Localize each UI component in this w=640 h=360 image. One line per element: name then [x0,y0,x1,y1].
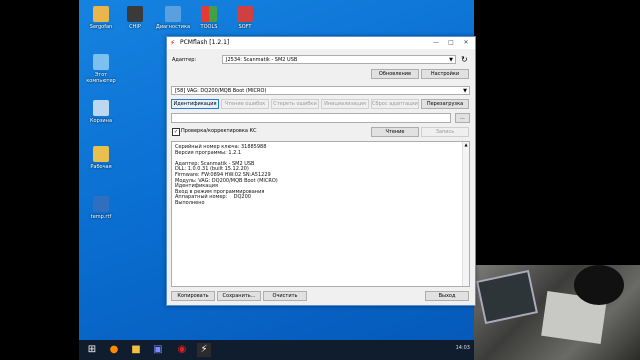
tab-reboot[interactable]: Перезагрузка [421,99,469,109]
desktop-icon-temp-rtf[interactable]: temp.rtf [81,196,121,220]
settings-button[interactable]: Настройки [421,69,469,79]
folder-icon [93,146,109,162]
desktop-icon-label: Корзина [89,118,113,124]
computer-icon [93,54,109,70]
write-button[interactable]: Запись [421,127,469,137]
document-icon [93,196,109,212]
chevron-down-icon: ▼ [463,88,467,94]
record-icon[interactable]: ◉ [175,343,189,357]
desktop-icon-workfolder[interactable]: Рабочая [81,146,121,170]
taskbar: ⊞ ● ■ ▣ ◉ ⚡ 14:03 [79,340,474,360]
title-bar: ⚡ PCMflash [1.2.1] — □ ✕ [167,37,475,49]
tab-read-errors[interactable]: Чтение ошибок [221,99,269,109]
minimize-icon[interactable]: — [429,37,443,49]
pcmflash-taskbar-icon[interactable]: ⚡ [197,343,211,357]
pcmflash-logo-icon: ⚡ [170,39,175,47]
refresh-icon[interactable]: ↻ [461,55,468,64]
tab-initialization[interactable]: Инициализация [321,99,369,109]
scroll-up-icon[interactable]: ▲ [463,142,469,147]
maximize-icon[interactable]: □ [444,37,458,49]
taskbar-clock: 14:03 [455,345,470,351]
folder-icon [93,6,109,22]
shield-icon [201,6,217,22]
desktop-icon-recycle-bin[interactable]: Корзина [81,100,121,124]
tab-identification[interactable]: Идентификация [171,99,219,109]
adapter-label: Адаптер: [172,57,197,63]
checksum-label: Проверка/корректировка КС [181,128,257,134]
exit-button[interactable]: Выход [425,291,469,301]
adapter-select[interactable]: J2534: Scanmatik - SM2 USB ▼ [222,55,456,64]
module-select[interactable]: [58] VAG: DQ200/MQB Boot (MICRO) ▼ [171,86,470,95]
log-line: Выполнено [175,199,205,206]
file-explorer-icon[interactable]: ■ [129,343,143,357]
pcmflash-window: ⚡ PCMflash [1.2.1] — □ ✕ Адаптер: J2534:… [166,36,476,306]
log-scrollbar[interactable]: ▲ [462,142,469,286]
log-lines: Серийный номер ключа: 31885988 Версия про… [175,144,278,207]
log-output[interactable]: Серийный номер ключа: 31885988 Версия про… [171,141,470,287]
tab-reset-adaptation[interactable]: Сброс адаптации [371,99,419,109]
desktop-icon-label: SOFT [238,24,252,30]
folder-icon [165,6,181,22]
recycle-bin-icon [93,100,109,116]
desktop-icon-diagnostics[interactable]: Диагностика [153,6,193,30]
desktop-icon-label: TOOLS [200,24,218,30]
clear-button[interactable]: Очистить [263,291,307,301]
desktop-icon-label: temp.rtf [90,214,112,220]
read-button[interactable]: Чтение [371,127,419,137]
save-button[interactable]: Сохранить... [217,291,261,301]
file-path-input[interactable] [171,113,451,123]
chip-icon [127,6,143,22]
save-icon[interactable]: ▣ [151,343,165,357]
desktop-icon-chip[interactable]: CHIP [115,6,155,30]
desktop-icon-label: Этот компьютер [86,72,116,84]
copy-button[interactable]: Копировать [171,291,215,301]
start-button[interactable]: ⊞ [85,343,99,357]
desktop-icon-this-pc[interactable]: Этот компьютер [81,54,121,84]
desktop-icon-soft[interactable]: SOFT [225,6,265,30]
tab-clear-errors[interactable]: Стереть ошибки [271,99,319,109]
desktop-icon-label: Sergofan [89,24,113,30]
adapter-value: J2534: Scanmatik - SM2 USB [226,57,298,63]
update-button[interactable]: Обновление [371,69,419,79]
browse-button[interactable]: ... [455,113,470,123]
chevron-down-icon: ▼ [449,57,453,63]
module-value: [58] VAG: DQ200/MQB Boot (MICRO) [175,88,267,94]
desktop-icon-tools[interactable]: TOOLS [189,6,229,30]
firefox-icon[interactable]: ● [107,343,121,357]
close-icon[interactable]: ✕ [459,37,473,49]
desktop-icon-label: Рабочая [90,164,112,170]
desktop-icon-label: CHIP [129,24,141,30]
app-icon [237,6,253,22]
desktop-icon-label: Диагностика [155,24,191,30]
checksum-checkbox[interactable]: ✓ [172,128,180,136]
window-title: PCMflash [1.2.1] [180,39,230,46]
webcam-overlay [474,265,640,360]
